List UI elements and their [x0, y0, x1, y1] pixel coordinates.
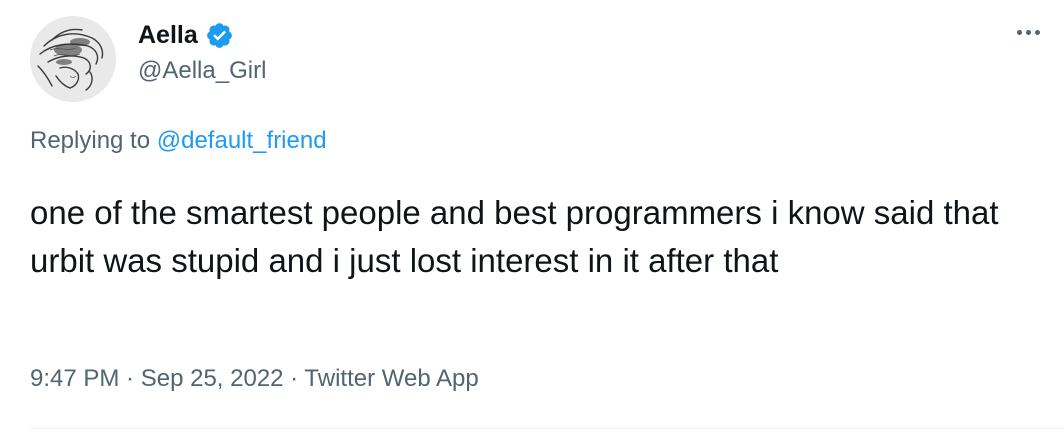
author-display-name[interactable]: Aella [138, 20, 198, 50]
divider [30, 428, 1064, 429]
tweet-time[interactable]: 9:47 PM [30, 365, 119, 392]
avatar[interactable] [30, 16, 116, 102]
tweet-card: Aella @Aella_Girl Replying to @default_f… [0, 0, 1064, 432]
more-options-icon[interactable] [1008, 18, 1048, 46]
tweet-source: Twitter Web App [304, 365, 479, 392]
meta-separator: · [283, 365, 305, 392]
tweet-text: one of the smartest people and best prog… [30, 194, 999, 279]
replying-to-handle-link[interactable]: @default_friend [157, 127, 327, 154]
verified-badge-icon [205, 21, 234, 50]
replying-to-line: Replying to @default_friend [30, 126, 327, 156]
tweet-date[interactable]: Sep 25, 2022 [141, 365, 284, 392]
more-dot [1025, 29, 1031, 35]
meta-separator: · [119, 365, 141, 392]
tweet-metadata: 9:47 PM · Sep 25, 2022 · Twitter Web App [30, 364, 479, 394]
avatar-image [30, 16, 116, 102]
more-dot [1016, 29, 1022, 35]
more-dot [1034, 29, 1040, 35]
author-row: Aella [138, 20, 234, 50]
author-handle[interactable]: @Aella_Girl [138, 56, 266, 86]
replying-to-prefix: Replying to [30, 127, 157, 154]
